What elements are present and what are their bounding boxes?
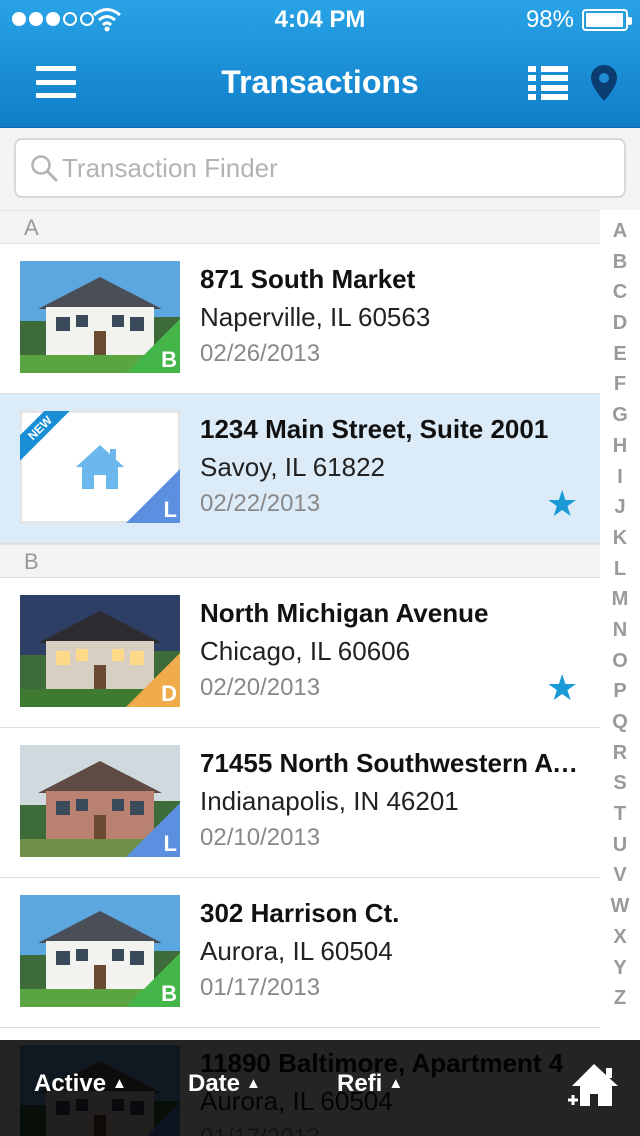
transaction-city: Aurora, IL 60504 — [200, 936, 393, 966]
transaction-address: 71455 North Southwestern Avenue — [200, 748, 592, 778]
property-photo: D — [20, 595, 180, 707]
index-letter[interactable]: F — [614, 369, 626, 400]
section-header: B — [0, 544, 600, 578]
transaction-city: Naperville, IL 60563 — [200, 302, 431, 332]
screen: 4:04 PM 98% Transactions AB871 South Mar… — [0, 0, 640, 1136]
index-letter[interactable]: Y — [613, 953, 626, 984]
index-letter[interactable]: K — [613, 523, 627, 554]
house-placeholder-icon: L NEW — [20, 411, 180, 523]
star-icon[interactable]: ★ — [546, 670, 578, 706]
index-letter[interactable]: Z — [614, 983, 626, 1014]
search-input[interactable] — [62, 146, 602, 190]
section-header: A — [0, 210, 600, 244]
status-badge-letter: B — [161, 981, 177, 1006]
transaction-date: 02/20/2013 — [200, 674, 321, 701]
index-letter[interactable]: T — [614, 799, 626, 830]
battery-percent: 98% — [525, 6, 574, 33]
index-letter[interactable]: L — [614, 554, 626, 585]
index-letter[interactable]: E — [613, 339, 626, 370]
sort-up-icon: ▲ — [388, 1075, 404, 1092]
transaction-city: Indianapolis, IN 46201 — [200, 786, 459, 816]
map-pin-icon[interactable] — [590, 64, 618, 102]
index-letter[interactable]: O — [612, 646, 628, 677]
transaction-address: 871 South Market — [200, 264, 416, 294]
transaction-date: 02/26/2013 — [200, 340, 321, 367]
index-letter[interactable]: N — [613, 615, 627, 646]
status-badge-letter: B — [161, 347, 177, 372]
transaction-row[interactable]: B 871 South Market Naperville, IL 60563 02/… — [0, 244, 600, 394]
transaction-city: Savoy, IL 61822 — [200, 452, 386, 482]
index-letter[interactable]: C — [613, 277, 627, 308]
add-home-icon[interactable] — [566, 1060, 622, 1110]
property-photo: L — [20, 745, 180, 857]
transaction-address: North Michigan Avenue — [200, 598, 489, 628]
filter-refi-label: Refi — [337, 1070, 383, 1097]
index-letter[interactable]: R — [613, 738, 627, 769]
sort-up-icon: ▲ — [112, 1075, 127, 1092]
filter-active-button[interactable]: Active ▲ — [34, 1070, 127, 1098]
index-letter[interactable]: H — [613, 431, 627, 462]
filter-date-label: Date — [188, 1070, 241, 1097]
transaction-row[interactable]: D North Michigan Avenue Chicago, IL 60606 0… — [0, 578, 600, 728]
status-badge-letter: D — [161, 681, 177, 706]
battery: 98% — [525, 6, 632, 34]
search-bar — [0, 128, 640, 210]
star-icon[interactable]: ★ — [546, 486, 578, 522]
transaction-date: 02/22/2013 — [200, 490, 321, 517]
transaction-row[interactable]: L 71455 North Southwestern Avenue Indianap… — [0, 728, 600, 878]
status-badge-letter: L — [163, 497, 177, 522]
filter-date-button[interactable]: Date ▲ — [188, 1070, 261, 1098]
bottom-bar: Active ▲ Date ▲ Refi ▲ — [0, 1040, 640, 1136]
transaction-address: 1234 Main Street, Suite 2001 — [200, 414, 549, 444]
property-photo: B — [20, 261, 180, 373]
index-letter[interactable]: Q — [612, 707, 628, 738]
index-letter[interactable]: B — [613, 247, 627, 278]
header: 4:04 PM 98% Transactions — [0, 0, 640, 128]
sort-up-icon: ▲ — [246, 1075, 261, 1092]
status-bar: 4:04 PM 98% — [0, 0, 640, 40]
transaction-list: A B 871 South Market Naperville, IL 60563 02… — [0, 210, 600, 1136]
index-letter[interactable]: V — [613, 860, 626, 891]
transaction-date: 01/17/2013 — [200, 974, 321, 1001]
alphabet-index[interactable]: ABCDEFGHIJKLMNOPQRSTUVWXYZ — [600, 216, 640, 1014]
search-box[interactable] — [14, 138, 626, 198]
battery-icon — [582, 9, 632, 31]
transaction-date: 02/10/2013 — [200, 824, 321, 851]
property-photo: B — [20, 895, 180, 1007]
filter-active-label: Active — [34, 1070, 107, 1097]
index-letter[interactable]: G — [612, 400, 628, 431]
index-letter[interactable]: J — [614, 492, 625, 523]
index-letter[interactable]: M — [612, 584, 629, 615]
status-badge-letter: L — [163, 831, 177, 856]
filter-refi-button[interactable]: Refi ▲ — [337, 1070, 403, 1098]
index-letter[interactable]: W — [611, 891, 630, 922]
transaction-row[interactable]: L NEW 1234 Main Street, Suite 2001 Savoy, I… — [0, 394, 600, 544]
index-letter[interactable]: D — [613, 308, 627, 339]
transaction-row[interactable]: B 302 Harrison Ct. Aurora, IL 60504 01/17/2… — [0, 878, 600, 1028]
index-letter[interactable]: P — [613, 676, 626, 707]
index-letter[interactable]: A — [613, 216, 627, 247]
transaction-address: 302 Harrison Ct. — [200, 898, 400, 928]
index-letter[interactable]: S — [613, 768, 626, 799]
transaction-city: Chicago, IL 60606 — [200, 636, 411, 666]
index-letter[interactable]: X — [613, 922, 626, 953]
index-letter[interactable]: I — [617, 462, 623, 493]
index-letter[interactable]: U — [613, 830, 627, 861]
list-view-button[interactable] — [528, 66, 568, 100]
search-icon — [31, 155, 58, 182]
